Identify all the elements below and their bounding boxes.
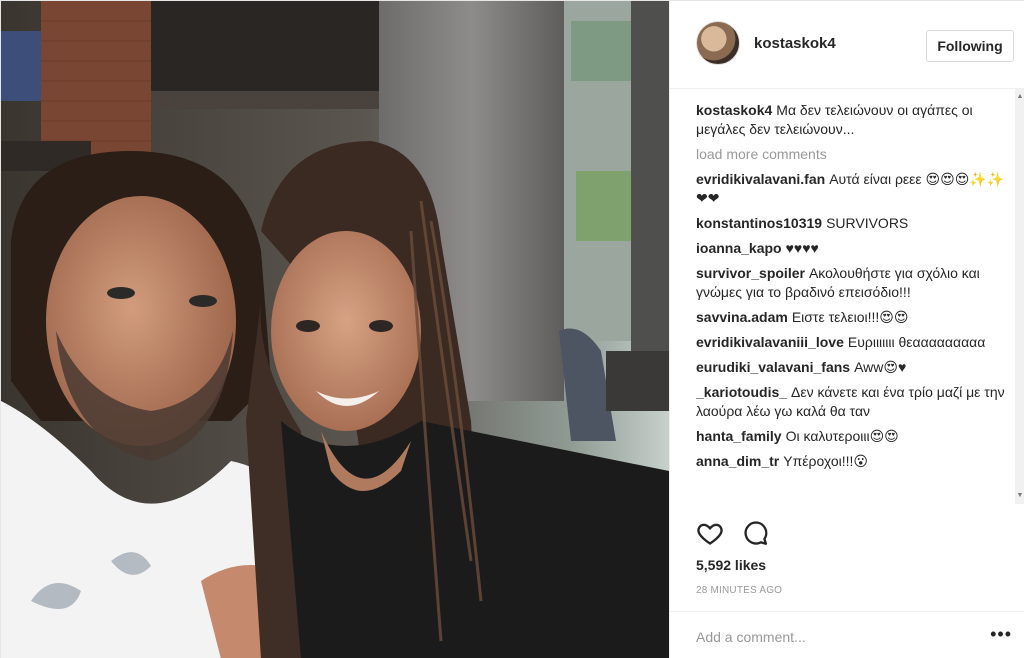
caption: kostaskok4 Μα δεν τελειώνουν οι αγάπες οι… [696, 101, 1014, 139]
author-username[interactable]: kostaskok4 [754, 35, 836, 52]
comment-username[interactable]: hanta_family [696, 428, 782, 444]
post-sidebar: kostaskok4 Following kostaskok4 Μα δεν τε… [669, 1, 1024, 658]
load-more-comments-link[interactable]: load more comments [696, 145, 1014, 164]
list-item: eurudiki_valavani_fans Aww😍♥ [696, 358, 1014, 377]
following-button[interactable]: Following [926, 30, 1014, 62]
comments-list: kostaskok4 Μα δεν τελειώνουν οι αγάπες οι… [696, 101, 1014, 501]
scroll-up-arrow-icon[interactable]: ▲ [1015, 91, 1024, 103]
add-comment-input[interactable] [696, 627, 976, 647]
comment-text: SURVIVORS [826, 215, 909, 231]
list-item: ioanna_kapo ♥♥♥♥ [696, 239, 1014, 258]
list-item: hanta_family Οι καλυτεροιιι😍😍 [696, 427, 1014, 446]
more-options-icon[interactable]: ••• [990, 624, 1012, 645]
comment-username[interactable]: konstantinos10319 [696, 215, 822, 231]
post-actions [696, 519, 796, 549]
caption-username[interactable]: kostaskok4 [696, 102, 772, 118]
post-header: kostaskok4 Following [670, 1, 1024, 89]
scroll-down-arrow-icon[interactable]: ▼ [1015, 490, 1024, 502]
list-item: anna_dim_tr Υπέροχοι!!!😮 [696, 452, 1014, 471]
post-photo [1, 1, 669, 658]
comment-username[interactable]: savvina.adam [696, 309, 788, 325]
comment-username[interactable]: anna_dim_tr [696, 453, 779, 469]
list-item: evridikivalavaniii_love Ευριιιιιιι θεαααα… [696, 333, 1014, 352]
comments-scrollbar[interactable]: ▲ ▼ [1015, 89, 1024, 504]
comment-username[interactable]: _kariotoudis_ [696, 384, 787, 400]
comment-bubble-icon[interactable] [742, 519, 770, 547]
comment-username[interactable]: ioanna_kapo [696, 240, 782, 256]
likes-count[interactable]: 5,592 likes [696, 557, 766, 573]
list-item: _kariotoudis_ Δεν κάνετε και ένα τρίο μαζ… [696, 383, 1014, 421]
comment-username[interactable]: survivor_spoiler [696, 265, 805, 281]
comment-username[interactable]: evridikivalavani.fan [696, 171, 825, 187]
comment-username[interactable]: eurudiki_valavani_fans [696, 359, 850, 375]
heart-icon[interactable] [696, 519, 724, 547]
comment-text: ♥♥♥♥ [785, 240, 819, 256]
add-comment-section: ••• [670, 611, 1024, 658]
instagram-post: kostaskok4 Following kostaskok4 Μα δεν τε… [0, 0, 1024, 658]
comment-text: Aww😍♥ [854, 359, 907, 375]
comment-text: Οι καλυτεροιιι😍😍 [785, 428, 899, 444]
list-item: evridikivalavani.fan Αυτά είναι ρεεε 😍😍😍✨… [696, 170, 1014, 208]
comment-text: Υπέροχοι!!!😮 [783, 453, 868, 469]
list-item: konstantinos10319 SURVIVORS [696, 214, 1014, 233]
comment-text: Ευριιιιιιι θεααααααααα [847, 334, 986, 350]
post-timestamp: 28 MINUTES AGO [696, 585, 783, 596]
list-item: survivor_spoiler Ακολουθήστε για σχόλιο κ… [696, 264, 1014, 302]
comment-username[interactable]: evridikivalavaniii_love [696, 334, 844, 350]
list-item: savvina.adam Ειστε τελειοι!!!😍😍 [696, 308, 1014, 327]
avatar[interactable] [696, 21, 740, 65]
comment-text: Ειστε τελειοι!!!😍😍 [791, 309, 909, 325]
